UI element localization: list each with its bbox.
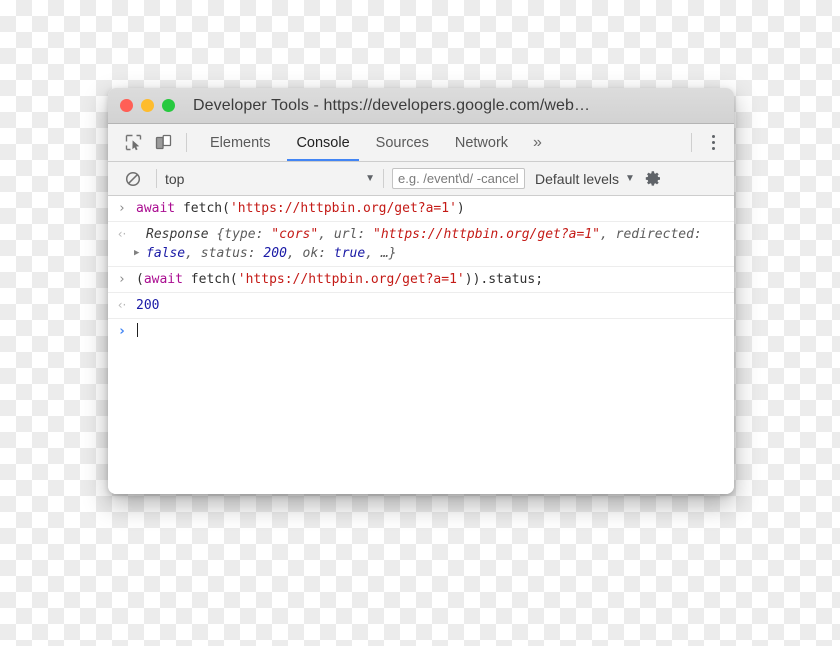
devtools-window: Developer Tools - https://developers.goo… [108, 88, 734, 494]
device-toolbar-icon[interactable] [148, 124, 178, 161]
console-row-output-response[interactable]: ‹· ▶ Response {type: "cors", url: "https:… [108, 222, 734, 267]
close-button[interactable] [120, 99, 133, 112]
tab-console[interactable]: Console [283, 124, 362, 161]
console-output-response-object: ▶ Response {type: "cors", url: "https://h… [134, 227, 710, 263]
tabbar-divider-right [691, 133, 692, 152]
window-title: Developer Tools - https://developers.goo… [193, 96, 591, 114]
console-row-input-2[interactable]: › (await fetch('https://httpbin.org/get?… [108, 267, 734, 293]
maximize-button[interactable] [162, 99, 175, 112]
text-cursor [137, 323, 138, 337]
gear-icon[interactable] [645, 170, 662, 187]
prompt-marker-2: › [119, 272, 125, 287]
execution-context-value: top [165, 170, 185, 187]
devtools-tabbar: Elements Console Sources Network » [108, 124, 734, 162]
tab-elements[interactable]: Elements [197, 124, 283, 161]
inspect-element-icon[interactable] [118, 124, 148, 161]
log-levels-select[interactable]: Default levels ▼ [535, 171, 635, 187]
window-titlebar: Developer Tools - https://developers.goo… [108, 88, 734, 124]
toolbar-divider-2 [383, 169, 384, 188]
expand-triangle-icon[interactable]: ▶ [134, 244, 139, 263]
tab-network[interactable]: Network [442, 124, 521, 161]
console-input-expression-1: await fetch('https://httpbin.org/get?a=1… [136, 201, 465, 216]
console-output-status-value: 200 [136, 298, 160, 313]
chevron-down-icon: ▼ [365, 173, 375, 184]
console-toolbar: top ▼ Default levels ▼ [108, 162, 734, 196]
active-prompt-marker: › [119, 324, 125, 339]
tab-sources[interactable]: Sources [363, 124, 442, 161]
console-messages[interactable]: › await fetch('https://httpbin.org/get?a… [108, 196, 734, 494]
more-tabs-icon[interactable]: » [521, 124, 554, 161]
console-row-input-1[interactable]: › await fetch('https://httpbin.org/get?a… [108, 196, 734, 222]
window-controls [120, 99, 175, 112]
clear-console-icon[interactable] [118, 171, 148, 187]
console-filter-input[interactable] [392, 168, 525, 189]
chevron-down-icon-levels: ▼ [625, 173, 635, 184]
minimize-button[interactable] [141, 99, 154, 112]
output-marker-2: ‹· [117, 298, 127, 312]
more-vertical-icon[interactable] [700, 124, 726, 161]
console-row-output-status[interactable]: ‹· 200 [108, 293, 734, 319]
tabbar-divider [186, 133, 187, 152]
tabbar-spacer [554, 124, 683, 161]
console-input-expression-2: (await fetch('https://httpbin.org/get?a=… [136, 272, 544, 287]
log-levels-label: Default levels [535, 170, 620, 187]
panel-tabs: Elements Console Sources Network » [197, 124, 554, 161]
toolbar-divider-1 [156, 169, 157, 188]
output-marker: ‹· [117, 227, 127, 241]
console-row-prompt[interactable]: › [108, 319, 734, 344]
prompt-marker: › [119, 201, 125, 216]
execution-context-select[interactable]: top ▼ [165, 171, 375, 187]
console-prompt-input[interactable] [136, 322, 734, 341]
